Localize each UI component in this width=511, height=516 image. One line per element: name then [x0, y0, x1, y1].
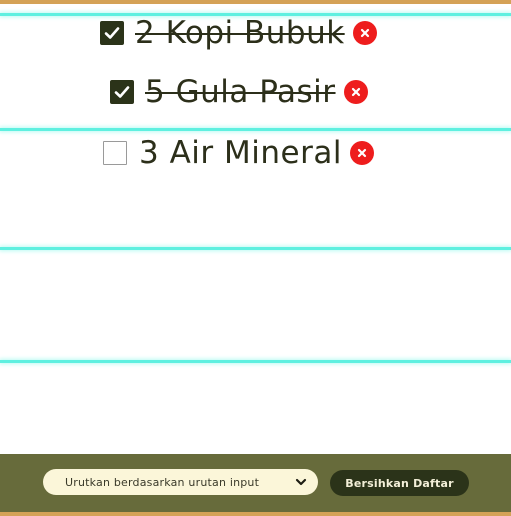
item-checkbox[interactable] — [110, 80, 134, 104]
delete-item-button[interactable] — [352, 21, 377, 45]
item-checkbox[interactable] — [103, 141, 127, 165]
list-item: 5 Gula Pasir — [110, 69, 368, 115]
chevron-down-icon — [294, 475, 308, 489]
list-item: 2 Kopi Bubuk — [100, 10, 377, 56]
close-icon — [357, 148, 367, 158]
close-icon — [360, 28, 369, 38]
list-rule — [0, 360, 511, 363]
item-label: 5 Gula Pasir — [145, 74, 336, 110]
delete-item-button[interactable] — [349, 141, 374, 165]
item-label: 2 Kopi Bubuk — [135, 15, 345, 51]
item-label: 3 Air Mineral — [139, 135, 342, 171]
list-item: 3 Air Mineral — [103, 128, 374, 178]
delete-item-button[interactable] — [343, 80, 368, 104]
item-checkbox[interactable] — [100, 21, 124, 45]
close-icon — [351, 87, 360, 97]
shopping-list: 2 Kopi Bubuk 5 Gula Pasir 3 Air Mineral — [0, 4, 511, 454]
bottom-accent-bar — [0, 512, 511, 516]
sort-select[interactable]: Urutkan berdasarkan urutan input — [43, 469, 318, 495]
sort-selected-value: Urutkan berdasarkan urutan input — [65, 475, 260, 489]
clear-list-button[interactable]: Bersihkan Daftar — [330, 470, 469, 496]
list-rule — [0, 247, 511, 250]
footer-bar: Urutkan berdasarkan urutan input Bersihk… — [0, 454, 511, 512]
checkmark-icon — [104, 27, 120, 39]
checkmark-icon — [114, 86, 130, 98]
